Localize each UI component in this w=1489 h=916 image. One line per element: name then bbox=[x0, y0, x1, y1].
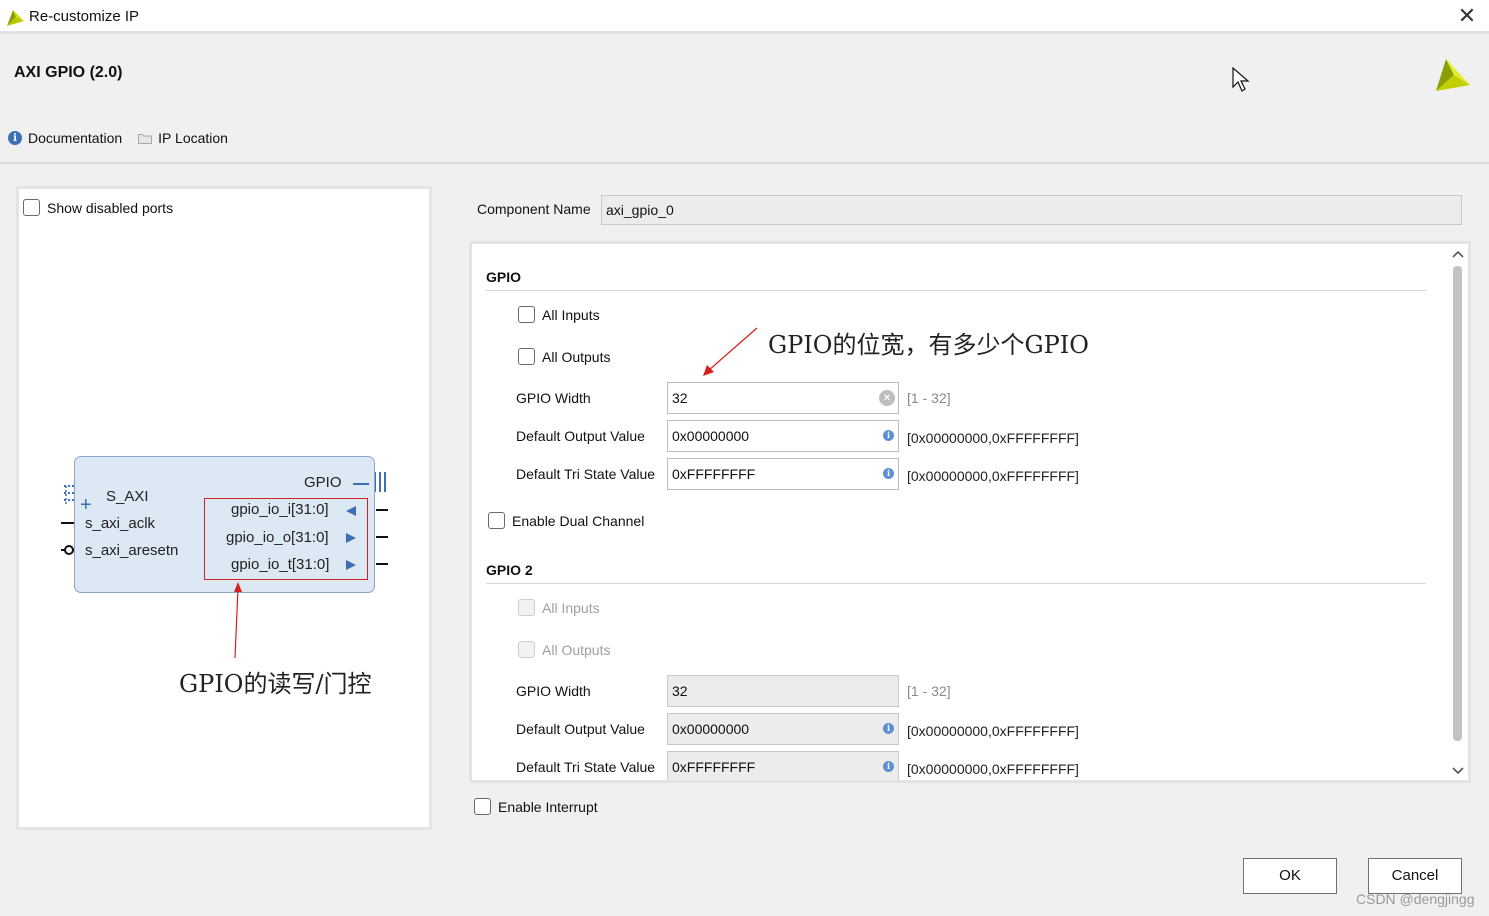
info-icon: i bbox=[883, 430, 894, 441]
title-bar: Re-customize IP ✕ bbox=[0, 0, 1489, 34]
configuration-panel: GPIO All Inputs All Outputs GPIO Width 3… bbox=[469, 241, 1471, 783]
gpio-tri-state-label: Default Tri State Value bbox=[516, 466, 656, 482]
gpio-section-title: GPIO bbox=[486, 269, 522, 285]
gpio-bus-label: GPIO bbox=[304, 474, 342, 491]
info-icon: i bbox=[8, 131, 22, 145]
gpio2-width-input: 32 bbox=[667, 675, 899, 707]
mouse-cursor-icon bbox=[1232, 67, 1250, 92]
s-axi-bus-pin bbox=[64, 485, 74, 504]
chevron-down-icon[interactable] bbox=[1452, 766, 1464, 776]
enable-interrupt-label: Enable Interrupt bbox=[498, 798, 598, 815]
enable-interrupt-checkbox[interactable] bbox=[474, 798, 491, 815]
gpio2-all-inputs-row: All Inputs bbox=[518, 599, 600, 616]
section-rule bbox=[486, 583, 1426, 584]
gpio-bus-dash bbox=[353, 483, 369, 485]
gpio-all-outputs-label: All Outputs bbox=[542, 348, 611, 365]
gpio2-all-outputs-label: All Outputs bbox=[542, 641, 611, 658]
s-axi-aclk-label: s_axi_aclk bbox=[85, 515, 156, 532]
cancel-button[interactable]: Cancel bbox=[1368, 858, 1462, 894]
gpio2-default-output-label: Default Output Value bbox=[516, 721, 645, 737]
component-name-label: Component Name bbox=[477, 201, 591, 217]
gpio2-width-range: [1 - 32] bbox=[907, 683, 951, 699]
gpio2-all-outputs-checkbox bbox=[518, 641, 535, 658]
chevron-up-icon[interactable] bbox=[1452, 249, 1464, 259]
gpio-default-output-label: Default Output Value bbox=[516, 428, 645, 444]
section-rule bbox=[486, 290, 1426, 291]
gpio2-tri-state-range: [0x00000000,0xFFFFFFFF] bbox=[907, 761, 1079, 777]
s-axi-label: S_AXI bbox=[106, 488, 149, 505]
gpio2-default-output-value: 0x00000000 bbox=[672, 721, 750, 737]
gpio-width-range: [1 - 32] bbox=[907, 390, 951, 406]
documentation-label: Documentation bbox=[28, 130, 123, 146]
gpio-all-outputs-checkbox[interactable] bbox=[518, 348, 535, 365]
gpio2-default-output-input: 0x00000000 i bbox=[667, 713, 899, 745]
show-disabled-ports-row[interactable]: Show disabled ports bbox=[23, 199, 173, 216]
gpio-tri-state-range: [0x00000000,0xFFFFFFFF] bbox=[907, 468, 1079, 484]
xilinx-logo-icon bbox=[7, 10, 24, 26]
info-icon: i bbox=[883, 468, 894, 479]
aresetn-bubble-icon bbox=[64, 545, 74, 555]
annotation-arrow bbox=[703, 327, 758, 376]
enable-dual-channel-row[interactable]: Enable Dual Channel bbox=[488, 512, 644, 529]
gpio-default-output-input[interactable]: 0x00000000 i bbox=[667, 420, 899, 452]
enable-dual-channel-checkbox[interactable] bbox=[488, 512, 505, 529]
config-scrollbar[interactable] bbox=[1449, 246, 1467, 780]
folder-icon bbox=[138, 133, 153, 144]
component-name-input[interactable]: axi_gpio_0 bbox=[601, 195, 1462, 225]
show-disabled-ports-checkbox[interactable] bbox=[23, 199, 40, 216]
links-bar: i Documentation IP Location bbox=[8, 130, 244, 146]
scrollbar-thumb[interactable] bbox=[1453, 266, 1462, 741]
enable-interrupt-row[interactable]: Enable Interrupt bbox=[474, 798, 598, 815]
watermark: CSDN @dengjingg bbox=[1356, 891, 1475, 907]
info-icon: i bbox=[883, 723, 894, 734]
gpio2-default-output-range: [0x00000000,0xFFFFFFFF] bbox=[907, 723, 1079, 739]
close-icon[interactable]: ✕ bbox=[1455, 3, 1479, 29]
documentation-link[interactable]: i Documentation bbox=[8, 130, 122, 146]
gpio-default-output-value: 0x00000000 bbox=[672, 428, 750, 444]
ip-name-heading: AXI GPIO (2.0) bbox=[14, 64, 123, 81]
gpio2-width-value: 32 bbox=[672, 683, 688, 699]
enable-dual-channel-label: Enable Dual Channel bbox=[512, 512, 645, 529]
gpio-tri-state-value: 0xFFFFFFFF bbox=[672, 466, 756, 482]
gpio2-section-title: GPIO 2 bbox=[486, 562, 533, 578]
gpio2-tri-state-input: 0xFFFFFFFF i bbox=[667, 751, 899, 780]
gpio2-tri-state-label: Default Tri State Value bbox=[516, 759, 656, 775]
gpio-all-inputs-checkbox[interactable] bbox=[518, 306, 535, 323]
gpio-all-outputs-row[interactable]: All Outputs bbox=[518, 348, 610, 365]
gpio-tri-state-input[interactable]: 0xFFFFFFFF i bbox=[667, 458, 899, 490]
gpio2-tri-state-value: 0xFFFFFFFF bbox=[672, 759, 756, 775]
clear-icon[interactable]: × bbox=[879, 390, 895, 406]
divider bbox=[0, 162, 1489, 164]
gpio-width-input[interactable]: 32 × bbox=[667, 382, 899, 414]
info-icon: i bbox=[883, 761, 894, 772]
ip-location-label: IP Location bbox=[158, 130, 228, 146]
gpio2-width-label: GPIO Width bbox=[516, 683, 591, 699]
xilinx-brand-logo-icon bbox=[1436, 59, 1470, 91]
gpio-width-label: GPIO Width bbox=[516, 390, 591, 406]
gpio-default-output-range: [0x00000000,0xFFFFFFFF] bbox=[907, 430, 1079, 446]
ip-location-link[interactable]: IP Location bbox=[138, 130, 228, 146]
annotation-arrow bbox=[234, 582, 242, 659]
gpio-all-inputs-row[interactable]: All Inputs bbox=[518, 306, 600, 323]
gpio2-all-inputs-label: All Inputs bbox=[542, 599, 600, 616]
window-title: Re-customize IP bbox=[29, 8, 140, 25]
gpio-width-value: 32 bbox=[672, 390, 688, 406]
annotation-text-width: GPIO的位宽，有多少个GPIO bbox=[768, 331, 1089, 359]
annotation-text-ports: GPIO的读写/门控 bbox=[179, 670, 372, 698]
show-disabled-ports-label: Show disabled ports bbox=[47, 199, 174, 216]
ok-button[interactable]: OK bbox=[1243, 858, 1337, 894]
s-axi-aresetn-label: s_axi_aresetn bbox=[85, 542, 179, 559]
gpio2-all-outputs-row: All Outputs bbox=[518, 641, 610, 658]
gpio-bus-pin bbox=[374, 472, 386, 492]
gpio2-all-inputs-checkbox bbox=[518, 599, 535, 616]
gpio-all-inputs-label: All Inputs bbox=[542, 306, 600, 323]
annotation-highlight-box bbox=[204, 498, 368, 580]
expand-plus-icon[interactable]: + bbox=[80, 495, 92, 515]
